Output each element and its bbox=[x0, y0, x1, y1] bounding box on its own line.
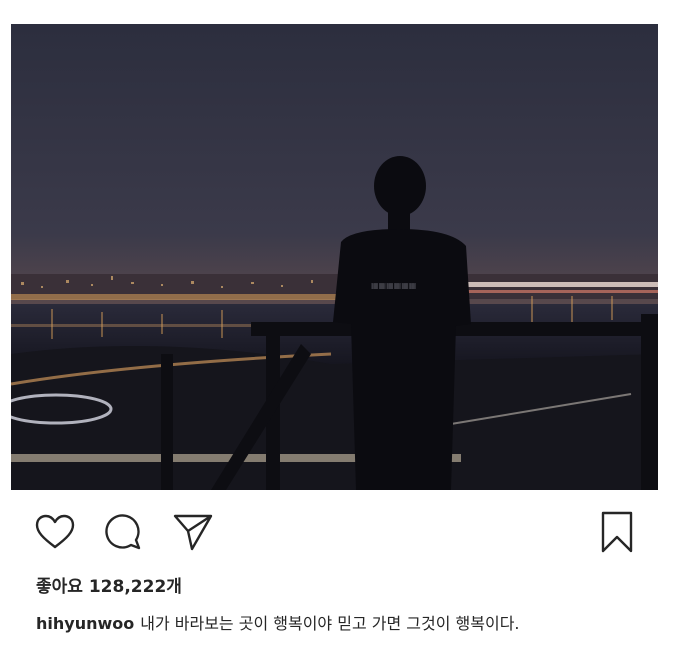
bookmark-outline-icon[interactable] bbox=[593, 508, 641, 556]
post-caption: hihyunwoo 내가 바라보는 곳이 행복이야 믿고 가면 그것이 행복이다. bbox=[36, 610, 520, 634]
night-city-photo: ▦▦▦▦▦▦ bbox=[11, 24, 658, 490]
paper-plane-icon[interactable] bbox=[169, 508, 217, 556]
post-photo[interactable]: ▦▦▦▦▦▦ bbox=[11, 24, 658, 490]
likes-count[interactable]: 좋아요 128,222개 bbox=[36, 572, 182, 597]
caption-text: 내가 바라보는 곳이 행복이야 믿고 가면 그것이 행복이다. bbox=[140, 614, 520, 633]
caption-username[interactable]: hihyunwoo bbox=[36, 614, 134, 633]
svg-text:▦▦▦▦▦▦: ▦▦▦▦▦▦ bbox=[371, 281, 416, 290]
speech-bubble-icon[interactable] bbox=[99, 508, 147, 556]
post-actions-bar bbox=[11, 508, 658, 558]
heart-outline-icon[interactable] bbox=[31, 508, 79, 556]
